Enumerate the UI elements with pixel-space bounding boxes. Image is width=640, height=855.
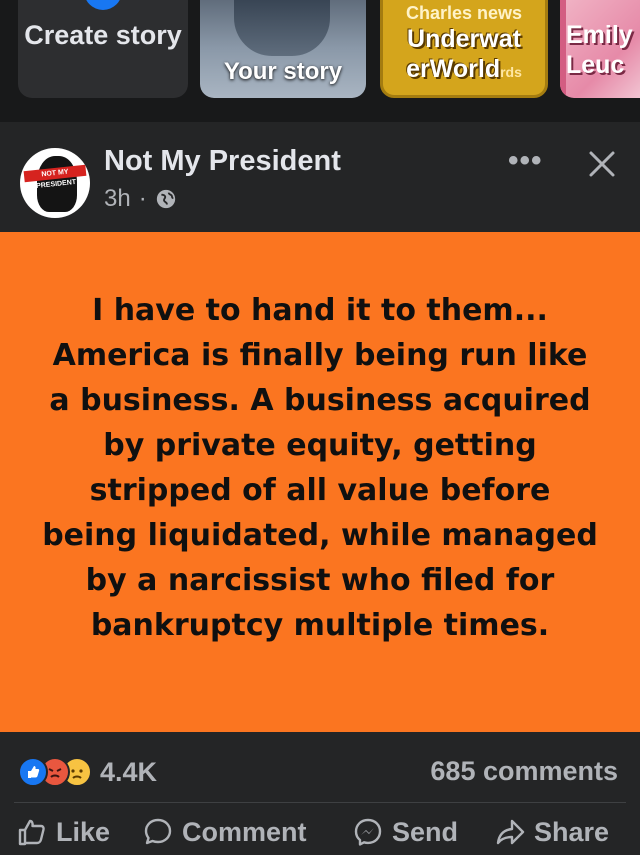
- like-label: Like: [56, 816, 111, 847]
- share-icon: [496, 819, 525, 845]
- close-icon[interactable]: [586, 148, 618, 180]
- reactions-summary[interactable]: 4.4K: [18, 754, 157, 790]
- your-story-thumbnail: [234, 0, 330, 56]
- actions-divider: [14, 802, 626, 803]
- post-timestamp[interactable]: 3h: [104, 185, 131, 213]
- plus-icon: [84, 0, 122, 10]
- comment-icon: [144, 818, 172, 845]
- meta-separator: ·: [138, 185, 147, 212]
- send-label: Send: [392, 816, 459, 847]
- like-reaction-icon: [18, 757, 48, 787]
- news-story-title-line1: Underwat: [407, 25, 521, 53]
- news-story-card[interactable]: Charles news Underwat erWorldrds: [380, 0, 548, 98]
- send-button[interactable]: Send: [352, 812, 458, 852]
- create-story-label: Create story: [24, 20, 182, 50]
- comments-count[interactable]: 685 comments: [430, 756, 618, 787]
- reaction-count: 4.4K: [100, 756, 158, 787]
- comment-button[interactable]: Comment: [142, 812, 307, 852]
- emily-story-label: Emily Leuc: [566, 21, 633, 79]
- emily-story-card[interactable]: Emily Leuc: [560, 0, 640, 98]
- stories-strip: Create story Your story Charles news Und…: [0, 0, 640, 116]
- news-story-title-suffix: rds: [500, 64, 522, 80]
- share-label: Share: [534, 816, 610, 847]
- post-text: I have to hand it to them... America is …: [42, 293, 598, 643]
- messenger-icon: [354, 818, 382, 846]
- thumbs-up-icon: [18, 819, 45, 846]
- news-story-title-line2-text: erWorld: [406, 55, 501, 83]
- post-text-card: I have to hand it to them... America is …: [0, 232, 640, 732]
- comment-label: Comment: [182, 816, 307, 847]
- avatar[interactable]: NOT MY PRESIDENT: [20, 148, 90, 218]
- your-story-label: Your story: [223, 58, 343, 85]
- like-button[interactable]: Like: [16, 812, 110, 852]
- share-button[interactable]: Share: [494, 812, 609, 852]
- your-story-card[interactable]: Your story: [200, 0, 366, 98]
- post-author-name[interactable]: Not My President: [104, 145, 341, 178]
- create-story-card[interactable]: Create story: [18, 0, 188, 98]
- globe-icon: [156, 189, 175, 209]
- more-options-icon[interactable]: •••: [508, 146, 548, 176]
- post-actions: Like Comment Send Share: [0, 812, 640, 855]
- post-meta: 3h ·: [104, 185, 177, 213]
- news-channel-name: Charles news: [405, 3, 523, 23]
- news-story-title-line2: erWorldrds: [389, 55, 539, 84]
